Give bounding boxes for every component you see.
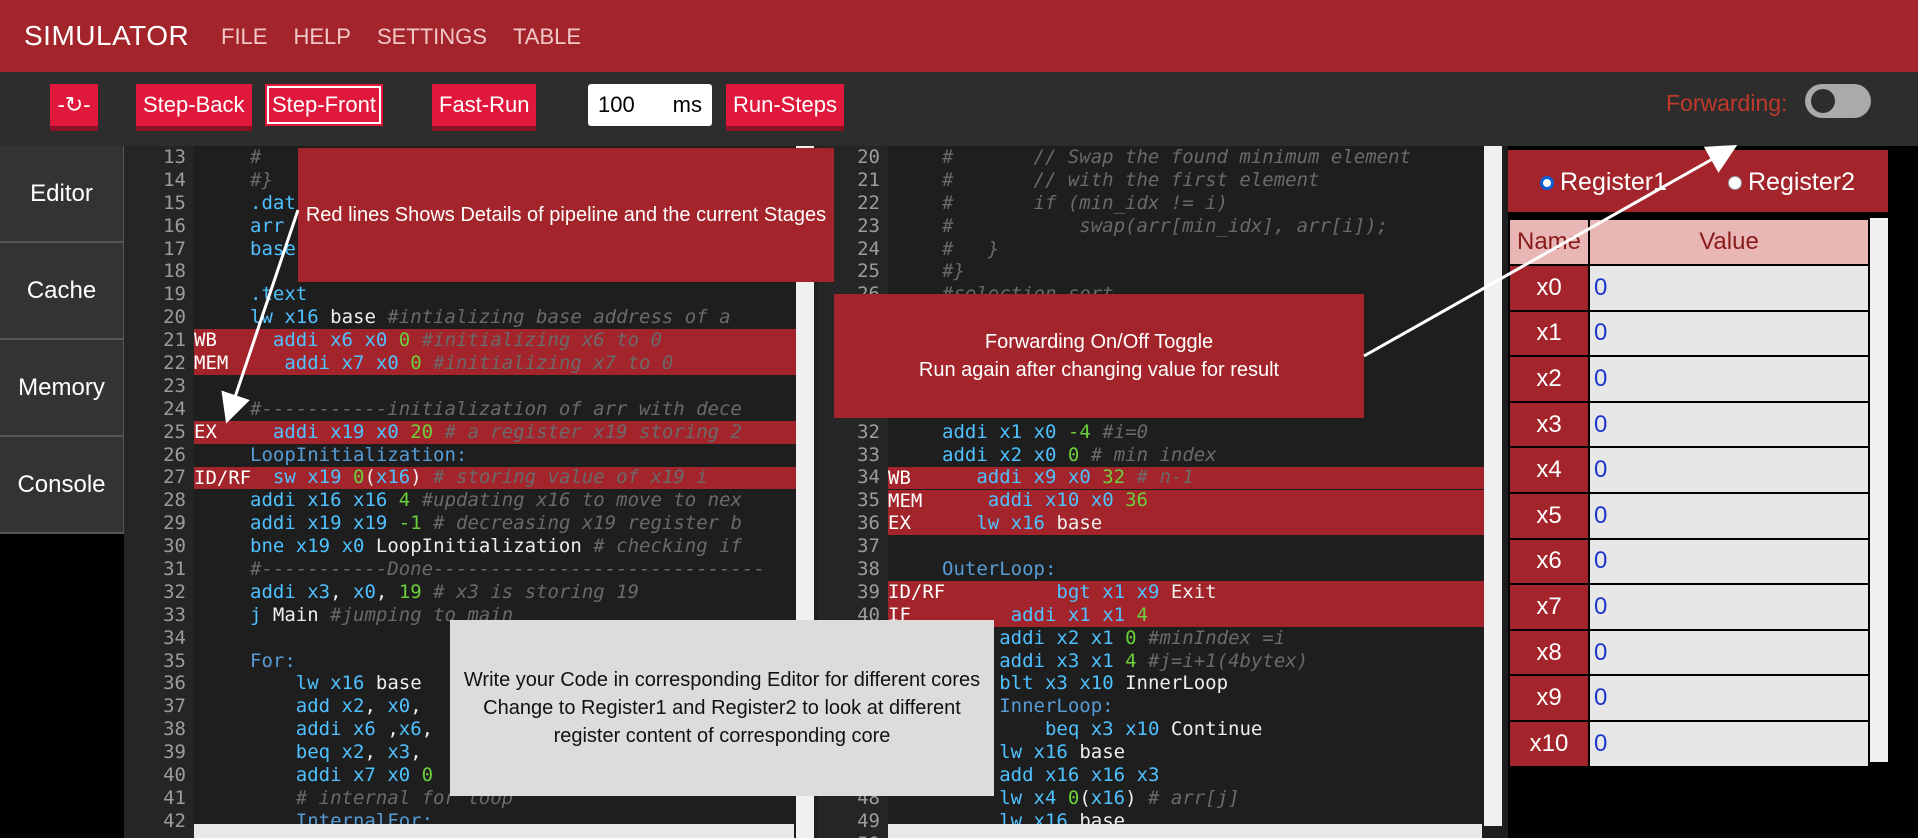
arrow-to-pipeline-stage [221, 209, 300, 424]
annotation-arrows [221, 145, 1738, 424]
arrow-to-forwarding-toggle [1363, 145, 1738, 358]
